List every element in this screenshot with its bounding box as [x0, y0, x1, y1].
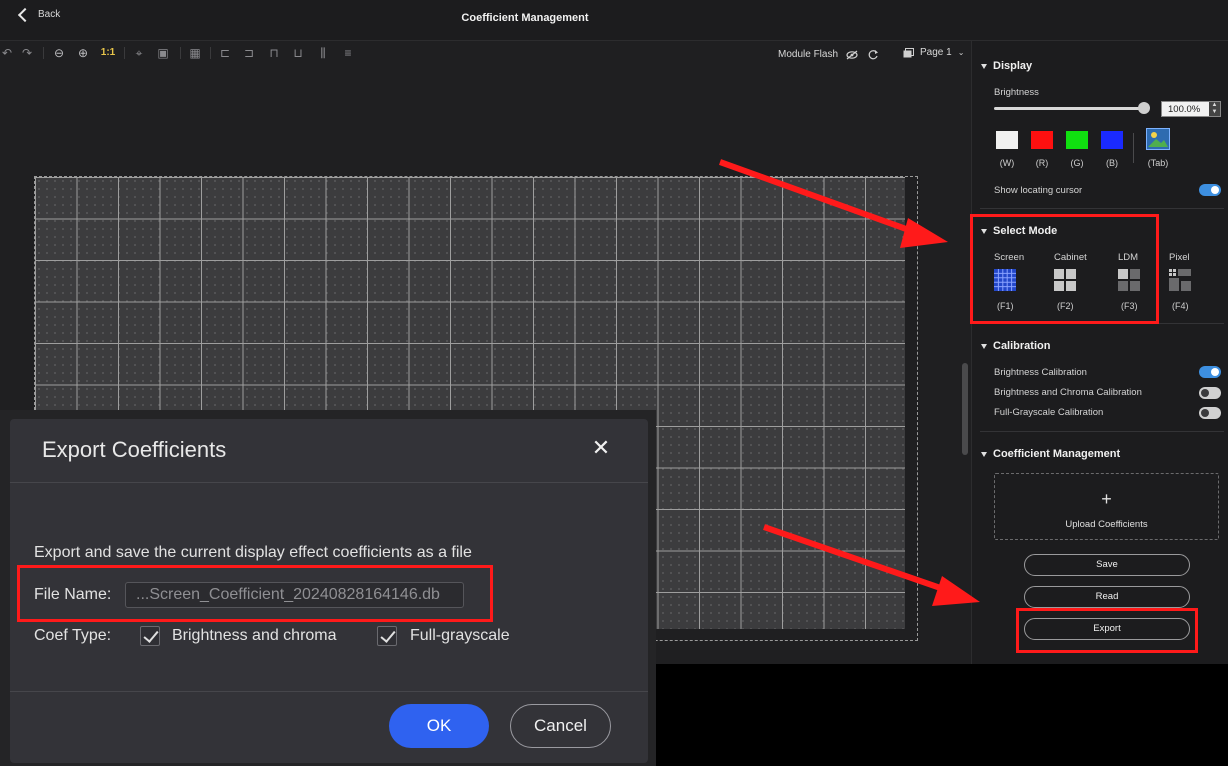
arrow-to-export-icon — [763, 524, 980, 606]
arrow-to-select-mode-icon — [718, 159, 948, 248]
annotation-arrows — [718, 159, 980, 606]
